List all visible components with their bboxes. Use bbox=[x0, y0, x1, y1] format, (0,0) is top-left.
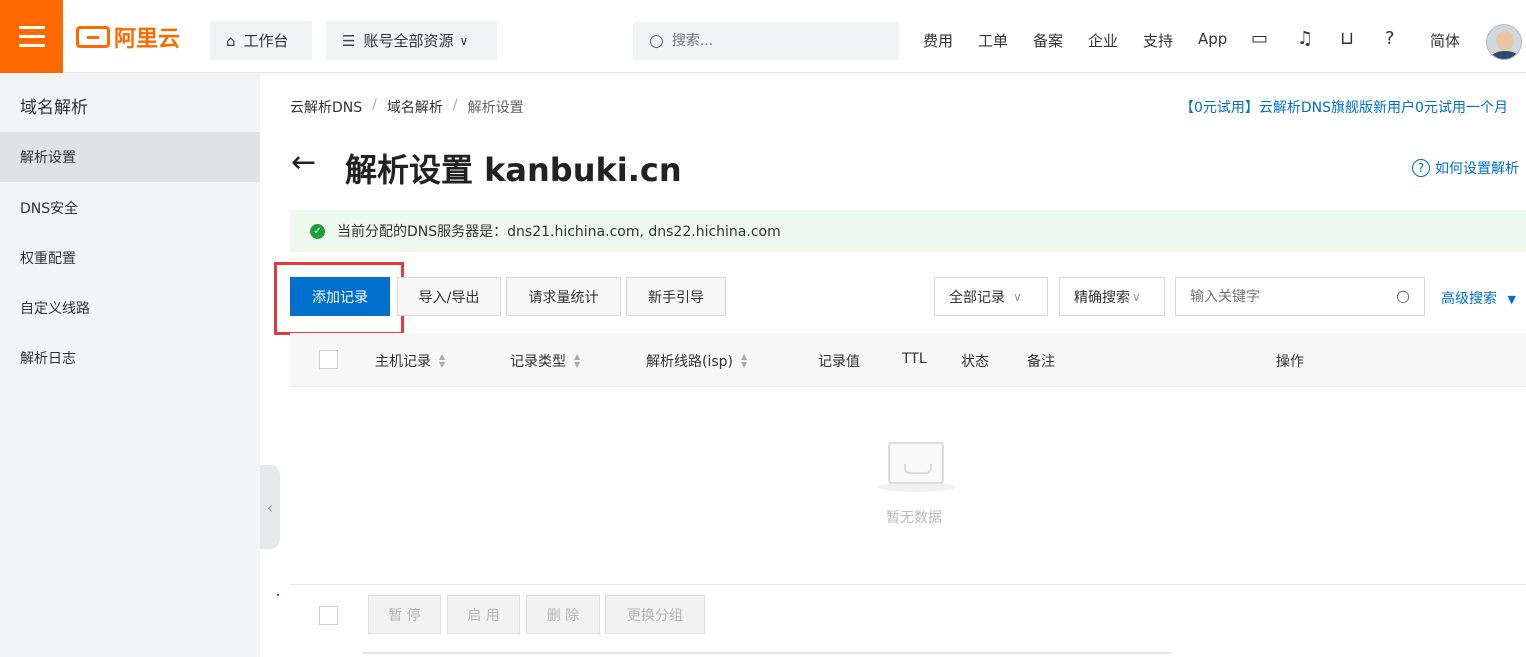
add-record-button[interactable]: 添加记录 bbox=[290, 277, 390, 316]
bulk-select-checkbox[interactable] bbox=[319, 606, 338, 625]
beginner-guide-button[interactable]: 新手引导 bbox=[626, 277, 726, 316]
dns-server-text: 当前分配的DNS服务器是：dns21.hichina.com, dns22.hi… bbox=[337, 224, 781, 240]
column-host-record[interactable]: 主机记录 ▲ ▼ bbox=[375, 351, 445, 371]
annotation-dot bbox=[277, 594, 279, 596]
column-record-type[interactable]: 记录类型 ▲ ▼ bbox=[510, 351, 580, 371]
sidebar-item-resolve-log[interactable]: 解析日志 bbox=[0, 333, 260, 383]
hamburger-menu-button[interactable] bbox=[0, 0, 63, 73]
page-title: 解析设置 kanbuki.cn bbox=[345, 151, 682, 189]
advanced-search-toggle[interactable]: 高级搜索 ▼ bbox=[1441, 288, 1516, 308]
chevron-down-icon: ∨ bbox=[1013, 289, 1022, 304]
bulk-delete-button[interactable]: 删 除 bbox=[526, 595, 600, 634]
search-mode-select[interactable]: 精确搜索 ∨ bbox=[1059, 277, 1165, 316]
nav-link-enterprise[interactable]: 企业 bbox=[1088, 30, 1118, 51]
search-icon[interactable]: ○ bbox=[1396, 286, 1410, 305]
question-circle-icon: ? bbox=[1412, 159, 1430, 177]
chevron-left-icon: ‹ bbox=[266, 497, 274, 517]
column-ttl: TTL bbox=[902, 351, 927, 367]
search-mode-value: 精确搜索 bbox=[1074, 289, 1130, 306]
sidebar-item-dns-security[interactable]: DNS安全 bbox=[0, 183, 260, 233]
home-icon: ⌂ bbox=[226, 31, 236, 50]
records-table-header: 主机记录 ▲ ▼ 记录类型 ▲ ▼ 解析线路(isp) ▲ ▼ 记录值 TTL 状态 … bbox=[290, 333, 1526, 387]
sidebar-title: 域名解析 bbox=[20, 98, 88, 118]
record-filter-select[interactable]: 全部记录 ∨ bbox=[934, 277, 1048, 316]
dns-server-notice: ✓ 当前分配的DNS服务器是：dns21.hichina.com, dns22.… bbox=[290, 210, 1526, 252]
column-label: 记录类型 bbox=[510, 354, 566, 370]
account-resources-dropdown[interactable]: ☰ 账号全部资源 ∨ bbox=[326, 21, 497, 60]
logo-text: 阿里云 bbox=[114, 27, 181, 52]
language-switch[interactable]: 简体 bbox=[1430, 30, 1460, 51]
chevron-down-icon: ∨ bbox=[459, 33, 469, 48]
help-icon[interactable]: ? bbox=[1385, 28, 1395, 49]
empty-icon-tray bbox=[888, 442, 944, 484]
sidebar-item-resolve-settings[interactable]: 解析设置 bbox=[0, 132, 260, 182]
search-icon: ○ bbox=[649, 31, 664, 51]
import-export-button[interactable]: 导入/导出 bbox=[397, 277, 501, 316]
breadcrumb-current: 解析设置 bbox=[467, 100, 524, 116]
column-label: 主机记录 bbox=[375, 354, 431, 370]
top-nav-bar: 阿里云 ⌂ 工作台 ☰ 账号全部资源 ∨ ○ 费用 工单 备案 企业 支持 Ap… bbox=[0, 0, 1526, 73]
global-search[interactable]: ○ bbox=[633, 22, 899, 60]
terminal-icon[interactable]: ▭ bbox=[1251, 28, 1268, 49]
nav-link-icp[interactable]: 备案 bbox=[1033, 30, 1063, 51]
logo-mark-icon bbox=[76, 26, 110, 48]
aliyun-logo[interactable]: 阿里云 bbox=[76, 24, 181, 52]
account-resources-label: 账号全部资源 bbox=[363, 32, 454, 50]
check-circle-icon: ✓ bbox=[310, 223, 325, 239]
sidebar-item-custom-line[interactable]: 自定义线路 bbox=[0, 283, 260, 333]
breadcrumb-separator: / bbox=[452, 97, 458, 113]
bulk-change-group-button[interactable]: 更换分组 bbox=[605, 595, 705, 634]
record-filter-value: 全部记录 bbox=[949, 289, 1005, 306]
nav-link-app[interactable]: App bbox=[1198, 30, 1227, 48]
request-stats-button[interactable]: 请求量统计 bbox=[506, 277, 621, 316]
column-status: 状态 bbox=[961, 354, 989, 370]
empty-state-text: 暂无数据 bbox=[886, 510, 942, 526]
breadcrumb-item[interactable]: 云解析DNS bbox=[290, 97, 362, 117]
keyword-search-input[interactable] bbox=[1190, 288, 1380, 305]
back-arrow-icon[interactable]: ← bbox=[291, 148, 316, 178]
sidebar-collapse-handle[interactable]: ‹ bbox=[260, 465, 280, 549]
nav-link-support[interactable]: 支持 bbox=[1143, 30, 1173, 51]
column-resolve-line[interactable]: 解析线路(isp) ▲ ▼ bbox=[646, 351, 747, 371]
sidebar: 域名解析 解析设置 DNS安全 权重配置 自定义线路 解析日志 bbox=[0, 73, 260, 657]
promo-link[interactable]: 【0元试用】云解析DNS旗舰版新用户0元试用一个月 bbox=[1180, 97, 1508, 117]
column-label: 解析线路(isp) bbox=[646, 354, 733, 370]
column-record-value: 记录值 bbox=[818, 354, 860, 370]
sidebar-item-weight-config[interactable]: 权重配置 bbox=[0, 233, 260, 283]
help-link[interactable]: ? 如何设置解析 bbox=[1412, 158, 1519, 178]
horizontal-scrollbar[interactable] bbox=[362, 652, 1172, 656]
nav-link-fees[interactable]: 费用 bbox=[923, 30, 953, 51]
breadcrumb-item[interactable]: 域名解析 bbox=[387, 97, 443, 117]
chevron-down-icon: ∨ bbox=[1132, 289, 1141, 304]
divider bbox=[290, 584, 1526, 585]
menu-line bbox=[18, 35, 45, 38]
menu-line bbox=[18, 44, 45, 47]
server-icon: ☰ bbox=[342, 31, 356, 50]
sort-icon[interactable]: ▲ ▼ bbox=[574, 353, 580, 369]
menu-line bbox=[18, 26, 45, 29]
global-search-input[interactable] bbox=[671, 33, 872, 49]
bulk-enable-button[interactable]: 启 用 bbox=[447, 595, 520, 634]
caret-down-icon: ▼ bbox=[1507, 293, 1516, 306]
workbench-button[interactable]: ⌂ 工作台 bbox=[210, 21, 312, 60]
column-remark: 备注 bbox=[1027, 354, 1055, 370]
cart-icon[interactable]: ⊔ bbox=[1340, 28, 1354, 49]
keyword-search-field[interactable]: ○ bbox=[1175, 277, 1425, 316]
breadcrumb-separator: / bbox=[372, 97, 377, 113]
advanced-search-label: 高级搜索 bbox=[1441, 291, 1497, 307]
breadcrumb: 云解析DNS / 域名解析 / 解析设置 bbox=[290, 97, 524, 117]
workbench-label: 工作台 bbox=[243, 32, 289, 50]
user-avatar[interactable] bbox=[1486, 24, 1522, 60]
help-link-label: 如何设置解析 bbox=[1435, 161, 1519, 177]
bulk-pause-button[interactable]: 暂 停 bbox=[368, 595, 441, 634]
nav-link-tickets[interactable]: 工单 bbox=[978, 30, 1008, 51]
column-actions: 操作 bbox=[1276, 354, 1304, 370]
sort-icon[interactable]: ▲ ▼ bbox=[741, 353, 747, 369]
select-all-checkbox[interactable] bbox=[319, 350, 338, 369]
bell-icon[interactable]: ♫ bbox=[1297, 28, 1313, 49]
sort-icon[interactable]: ▲ ▼ bbox=[439, 353, 445, 369]
